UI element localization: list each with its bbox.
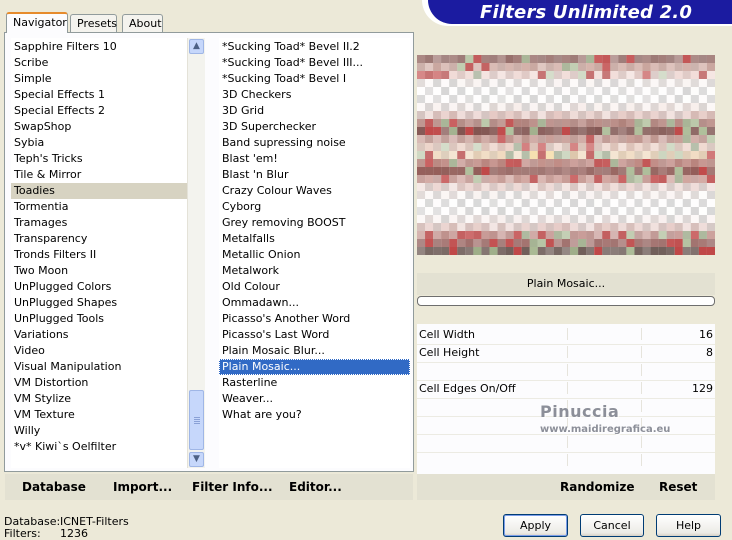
param-label: Cell Height xyxy=(419,346,480,359)
list-item[interactable]: Plain Mosaic... xyxy=(219,359,410,375)
list-item[interactable]: VM Distortion xyxy=(11,375,187,391)
list-item[interactable]: Special Effects 1 xyxy=(11,87,187,103)
tab-navigator[interactable]: Navigator xyxy=(6,12,68,33)
watermark-name: Pinuccia xyxy=(540,402,620,421)
list-item[interactable]: Ommadawn... xyxy=(219,295,410,311)
progress-bar xyxy=(417,296,715,306)
preview-image[interactable] xyxy=(417,55,715,255)
list-item[interactable]: 3D Checkers xyxy=(219,87,410,103)
tab-presets[interactable]: Presets xyxy=(70,14,117,32)
filter-list[interactable]: *Sucking Toad* Bevel II.2 *Sucking Toad* … xyxy=(219,38,410,468)
filter-info-button[interactable]: Filter Info... xyxy=(192,480,273,494)
help-button[interactable]: Help xyxy=(656,514,721,537)
param-slider-track xyxy=(567,380,715,398)
title-banner-background: Filters Unlimited 2.0 xyxy=(428,0,732,24)
list-item[interactable]: Sapphire Filters 10 xyxy=(11,39,187,55)
list-item[interactable]: Blast 'n Blur xyxy=(219,167,410,183)
import-button[interactable]: Import... xyxy=(113,480,172,494)
list-item[interactable]: Grey removing BOOST xyxy=(219,215,410,231)
list-item[interactable]: Band supressing noise xyxy=(219,135,410,151)
list-item[interactable]: Picasso's Another Word xyxy=(219,311,410,327)
app-title: Filters Unlimited 2.0 xyxy=(480,2,693,23)
list-item[interactable]: What are you? xyxy=(219,407,410,423)
list-item[interactable]: SwapShop xyxy=(11,119,187,135)
param-row-cell-edges[interactable]: Cell Edges On/Off 129 xyxy=(417,380,715,399)
scroll-thumb[interactable] xyxy=(189,390,204,450)
filter-name-label: Plain Mosaic... xyxy=(417,273,715,295)
list-item[interactable]: Metallic Onion xyxy=(219,247,410,263)
param-slider-track xyxy=(567,344,715,362)
list-item[interactable]: Video xyxy=(11,343,187,359)
list-item[interactable]: Variations xyxy=(11,327,187,343)
param-row-empty xyxy=(417,362,715,381)
category-list[interactable]: Sapphire Filters 10 Scribe Simple Special E… xyxy=(11,38,187,468)
param-label: Cell Width xyxy=(419,328,476,341)
cancel-button[interactable]: Cancel xyxy=(580,514,644,537)
list-item[interactable]: Tormentia xyxy=(11,199,187,215)
list-item[interactable]: UnPlugged Shapes xyxy=(11,295,187,311)
list-item[interactable]: VM Texture xyxy=(11,407,187,423)
list-item[interactable]: *v* Kiwi`s Oelfilter xyxy=(11,439,187,455)
randomize-button[interactable]: Randomize xyxy=(560,480,634,494)
list-item[interactable]: Teph's Tricks xyxy=(11,151,187,167)
list-item[interactable]: Sybia xyxy=(11,135,187,151)
list-item[interactable]: Plain Mosaic Blur... xyxy=(219,343,410,359)
list-item[interactable]: 3D Superchecker xyxy=(219,119,410,135)
list-item[interactable]: *Sucking Toad* Bevel II.2 xyxy=(219,39,410,55)
list-item[interactable]: Tramages xyxy=(11,215,187,231)
tab-about[interactable]: About xyxy=(122,14,163,32)
param-row-empty xyxy=(417,452,715,470)
list-item[interactable]: Visual Manipulation xyxy=(11,359,187,375)
list-item[interactable]: Blast 'em! xyxy=(219,151,410,167)
editor-button[interactable]: Editor... xyxy=(289,480,342,494)
list-item[interactable]: *Sucking Toad* Bevel III... xyxy=(219,55,410,71)
list-item[interactable]: UnPlugged Tools xyxy=(11,311,187,327)
param-slider-track xyxy=(567,326,715,344)
database-button[interactable]: Database xyxy=(22,480,86,494)
list-item[interactable]: Special Effects 2 xyxy=(11,103,187,119)
title-banner: Filters Unlimited 2.0 xyxy=(422,0,732,26)
reset-button[interactable]: Reset xyxy=(659,480,697,494)
list-item[interactable]: Old Colour xyxy=(219,279,410,295)
parameter-panel: Cell Width 16 Cell Height 8 Cell Edges O… xyxy=(417,324,715,474)
list-item[interactable]: Picasso's Last Word xyxy=(219,327,410,343)
list-item[interactable]: Scribe xyxy=(11,55,187,71)
param-row-cell-width[interactable]: Cell Width 16 xyxy=(417,326,715,345)
list-item[interactable]: Two Moon xyxy=(11,263,187,279)
param-slider-track xyxy=(567,452,715,470)
list-item[interactable]: Tronds Filters II xyxy=(11,247,187,263)
list-item[interactable]: Metalwork xyxy=(219,263,410,279)
param-slider-track xyxy=(567,362,715,380)
scroll-up-button[interactable]: ▲ xyxy=(189,39,204,54)
param-label: Cell Edges On/Off xyxy=(419,382,516,395)
list-item[interactable]: 3D Grid xyxy=(219,103,410,119)
list-item[interactable]: Cyborg xyxy=(219,199,410,215)
param-row-cell-height[interactable]: Cell Height 8 xyxy=(417,344,715,363)
list-item[interactable]: Tile & Mirror xyxy=(11,167,187,183)
apply-button[interactable]: Apply xyxy=(503,514,568,537)
watermark-site: www.maidiregrafica.eu xyxy=(540,424,671,435)
list-item[interactable]: UnPlugged Colors xyxy=(11,279,187,295)
list-item[interactable]: Simple xyxy=(11,71,187,87)
list-item[interactable]: *Sucking Toad* Bevel I xyxy=(219,71,410,87)
list-item[interactable]: Weaver... xyxy=(219,391,410,407)
list-item[interactable]: Metalfalls xyxy=(219,231,410,247)
list-item[interactable]: Transparency xyxy=(11,231,187,247)
list-item[interactable]: Toadies xyxy=(11,183,187,199)
footer-filters-label: Filters: xyxy=(4,527,41,540)
param-row-empty xyxy=(417,434,715,453)
footer-filters-value: 1236 xyxy=(60,527,88,540)
param-slider-track xyxy=(567,434,715,452)
list-item[interactable]: VM Stylize xyxy=(11,391,187,407)
list-item[interactable]: Crazy Colour Waves xyxy=(219,183,410,199)
scroll-down-button[interactable]: ▼ xyxy=(189,452,204,467)
list-item[interactable]: Willy xyxy=(11,423,187,439)
list-item[interactable]: Rasterline xyxy=(219,375,410,391)
category-scrollbar[interactable]: ▲ ▼ xyxy=(187,38,205,468)
